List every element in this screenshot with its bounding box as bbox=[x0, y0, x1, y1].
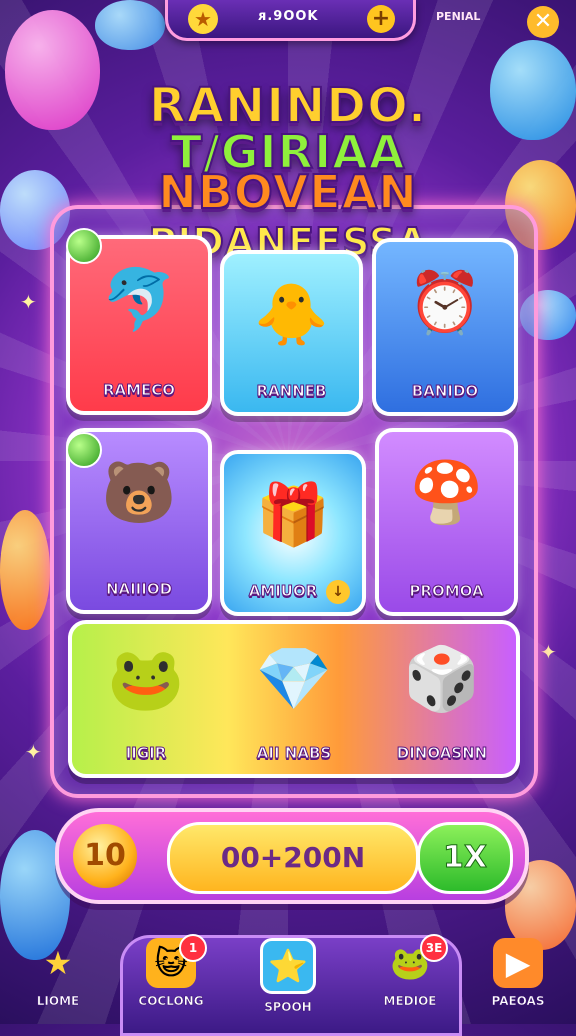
currency-bar: ★ ᴙ.9OOK + bbox=[165, 0, 416, 41]
coin-icon[interactable]: 10 bbox=[73, 824, 137, 888]
mode-card-promoa[interactable]: 🍄 PROMOA bbox=[375, 428, 518, 616]
close-button[interactable]: ✕ bbox=[527, 6, 559, 38]
nav-label: LIOME bbox=[36, 994, 80, 1009]
yellow-chick-icon: 🐥 bbox=[254, 280, 329, 350]
balloon-decoration bbox=[95, 0, 165, 50]
treasure-clock-icon: ⏰ bbox=[407, 268, 483, 338]
mode-card-banido[interactable]: ⏰ BANIDO bbox=[372, 238, 518, 416]
balloon-decoration bbox=[0, 510, 50, 630]
green-gem-icon bbox=[66, 432, 102, 468]
mystery-box-icon: 🎁 bbox=[255, 480, 331, 550]
nav-label: S₱OOH bbox=[264, 1000, 312, 1015]
bonus-slot-ainabs[interactable]: 💎 AII NABS bbox=[220, 624, 368, 774]
header-signature: PENIAL bbox=[436, 10, 481, 23]
dancing-bear-icon: 🐻 bbox=[101, 458, 177, 528]
sparkle-icon: ✦ bbox=[540, 640, 557, 664]
bet-bar: 10 00+200N 1X bbox=[55, 808, 529, 904]
shop-icon: ⭐ bbox=[260, 938, 316, 994]
star-icon[interactable]: ★ bbox=[188, 4, 218, 34]
bonus-panel: 🐸 IIGIR 💎 AII NABS 🎲 DINOASNN bbox=[68, 620, 520, 778]
coin-amount: ᴙ.9OOK bbox=[258, 9, 319, 24]
nav-item-medals[interactable]: 🐸 3E MEDIOE bbox=[362, 934, 458, 1024]
multiplier-button[interactable]: 1X bbox=[417, 822, 513, 894]
nav-label: PAEOAS bbox=[491, 994, 545, 1009]
nav-item-home[interactable]: ★ LIOME bbox=[10, 938, 106, 1024]
green-gem-icon bbox=[66, 228, 102, 264]
mode-card-label: PROMOA bbox=[409, 582, 484, 601]
mushroom-creature-icon: 🍄 bbox=[409, 458, 484, 528]
bonus-slot-dinoasnn[interactable]: 🎲 DINOASNN bbox=[368, 624, 516, 774]
mode-card-label: RAMECO bbox=[102, 381, 176, 400]
nav-label: MEDIOE bbox=[383, 994, 437, 1009]
add-coins-button[interactable]: + bbox=[367, 5, 395, 33]
notification-badge: 3E bbox=[420, 934, 448, 962]
bonus-slot-label: AII NABS bbox=[256, 744, 332, 763]
mode-card-label: NAIIIOD bbox=[105, 580, 173, 599]
nav-item-shop[interactable]: ⭐ S₱OOH bbox=[240, 938, 336, 1024]
purple-gem-icon: 💎 bbox=[255, 642, 333, 715]
mode-card-label: RANNEB bbox=[256, 382, 327, 401]
bottom-nav: ★ LIOME 😺 1 COCLONG ⭐ S₱OOH 🐸 3E MEDIOE … bbox=[0, 930, 576, 1036]
bonus-slot-label: DINOASNN bbox=[396, 744, 488, 763]
bet-amount-button[interactable]: 00+200N bbox=[167, 822, 419, 894]
mode-card-amiuor[interactable]: 🎁 AMIUOR ↓ bbox=[220, 450, 366, 616]
sparkle-icon: ✦ bbox=[25, 740, 42, 764]
dice-robot-icon: 🎲 bbox=[403, 642, 481, 715]
bonus-slot-iigir[interactable]: 🐸 IIGIR bbox=[72, 624, 220, 774]
nav-label: COCLONG bbox=[138, 994, 204, 1009]
mode-card-label: BANIDO bbox=[411, 382, 479, 401]
game-title-line3: NBOVEAN bbox=[157, 164, 418, 220]
sparkle-icon: ✦ bbox=[20, 290, 37, 314]
bonus-slot-label: IIGIR bbox=[125, 744, 167, 763]
nav-item-passes[interactable]: ▶ PAEOAS bbox=[470, 938, 566, 1024]
mode-card-ranneb[interactable]: 🐥 RANNEB bbox=[220, 250, 363, 416]
star-home-icon: ★ bbox=[43, 944, 73, 982]
pink-creature-icon: 🐬 bbox=[101, 265, 177, 335]
notification-badge: 1 bbox=[179, 934, 207, 962]
nav-item-collection[interactable]: 😺 1 COCLONG bbox=[123, 934, 219, 1024]
info-icon[interactable]: ↓ bbox=[326, 580, 350, 604]
play-ticket-icon: ▶ bbox=[493, 938, 543, 988]
mode-card-label: AMIUOR bbox=[248, 582, 318, 601]
green-slime-icon: 🐸 bbox=[107, 642, 185, 715]
